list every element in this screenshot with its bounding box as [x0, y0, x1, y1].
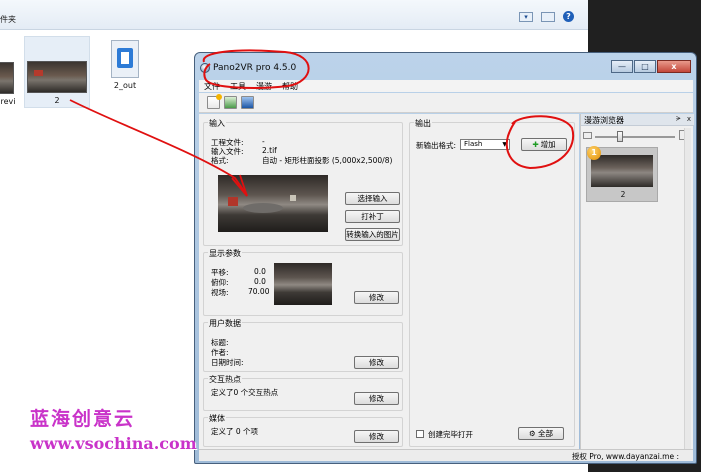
image-thumbnail [0, 62, 14, 94]
fov-value: 70.00 [248, 287, 270, 296]
menu-tour[interactable]: 漫游 [256, 81, 272, 92]
help-icon[interactable]: ? [563, 11, 574, 22]
file-item-2[interactable]: 2 [24, 36, 90, 108]
tour-node-label: 2 [620, 190, 626, 199]
file-label: 2 [54, 96, 60, 105]
toolbar [199, 93, 693, 113]
view-group-title: 显示参数 [208, 248, 242, 259]
start-node-badge: 1 [587, 146, 601, 160]
title-bar[interactable]: Pano2VR pro 4.5.0 — □ x [195, 53, 696, 79]
build-all-button[interactable]: ⚙ 全部 [518, 427, 564, 440]
window-controls: — □ x [611, 60, 691, 73]
view-options-icon[interactable]: ▾ [519, 11, 533, 22]
hotspot-group: 交互热点 定义了0 个交互热点 修改 [203, 374, 403, 411]
tour-browser-header: 漫游浏览器 ᗒ x [581, 114, 694, 126]
user-data-modify-button[interactable]: 修改 [354, 356, 399, 369]
pan-value: 0.0 [254, 267, 266, 276]
file-item-revi[interactable]: revi [0, 62, 16, 108]
pano2vr-window: Pano2VR pro 4.5.0 — □ x 文件 工具 漫游 帮助 输入 工… [194, 52, 697, 464]
tour-node-tile[interactable]: 1 2 [586, 146, 658, 202]
tilt-value: 0.0 [254, 277, 266, 286]
media-title: 媒体 [208, 413, 226, 424]
view-parameters-group: 显示参数 平移: 0.0 俯仰: 0.0 视场: 70.00 修改 [203, 248, 403, 316]
menu-file[interactable]: 文件 [204, 81, 220, 92]
input-group: 输入 工程文件: - 输入文件: 2.tif 格式: 自动 - 矩形柱面投影 (… [203, 118, 403, 246]
build-all-label: 全部 [538, 429, 554, 438]
media-summary: 定义了 0 个项 [211, 427, 259, 436]
open-after-create-checkbox[interactable] [416, 430, 424, 438]
file-item-2-out[interactable]: 2_out [100, 40, 150, 110]
pin-icon[interactable]: ᗒ [676, 115, 681, 124]
datetime-label: 日期时间: [211, 358, 244, 367]
watermark: 蓝海创意云 www.vsochina.com [30, 404, 197, 453]
explorer-toolbar: 件夹 ▾ ? [0, 0, 588, 30]
tour-browser-scrollbar[interactable] [684, 128, 691, 454]
input-file-value: 2.tif [262, 146, 277, 155]
explorer-folder-label[interactable]: 件夹 [0, 14, 16, 25]
gears-icon: ⚙ [528, 429, 539, 438]
zoom-slider-handle[interactable] [617, 131, 623, 142]
zoom-small-icon[interactable] [583, 132, 592, 139]
window-title: Pano2VR pro 4.5.0 [213, 63, 297, 73]
save-project-icon[interactable] [241, 96, 254, 109]
preview-window-detail [228, 197, 238, 206]
preview-light-detail [290, 195, 296, 201]
close-button[interactable]: x [657, 60, 691, 73]
media-group: 媒体 定义了 0 个项 修改 [203, 413, 403, 447]
project-file-value: - [262, 137, 265, 146]
maximize-button[interactable]: □ [634, 60, 656, 73]
add-output-label: 增加 [540, 140, 556, 149]
input-group-title: 输入 [208, 118, 226, 129]
fov-label: 视场: [211, 288, 229, 297]
zoom-slider-track[interactable] [595, 136, 675, 138]
tour-browser-panel: 漫游浏览器 ᗒ x 1 2 [580, 114, 694, 461]
status-bar: 授权 Pro, www.dayanzai.me : [199, 449, 693, 461]
explorer-view-tools: ▾ ? [519, 11, 574, 22]
patch-button[interactable]: 打补丁 [345, 210, 400, 223]
file-label: 2_out [113, 81, 137, 90]
input-panorama-preview[interactable] [218, 175, 328, 232]
hotspot-modify-button[interactable]: 修改 [354, 392, 399, 405]
output-group: 输出 新输出格式: Flash ▼ ✚ 增加 创建完毕打开 ⚙ 全部 [409, 118, 575, 447]
output-title: 输出 [414, 118, 432, 129]
output-format-value: Flash [464, 140, 483, 148]
video-file-icon [111, 40, 139, 78]
preview-pane-icon[interactable] [541, 11, 555, 22]
minimize-button[interactable]: — [611, 60, 633, 73]
user-data-title: 用户数据 [208, 318, 242, 329]
open-project-icon[interactable] [224, 96, 237, 109]
menu-tools[interactable]: 工具 [230, 81, 246, 92]
license-status: 授权 Pro, www.dayanzai.me : [571, 452, 679, 461]
file-label: revi [0, 97, 16, 106]
format-label: 格式: [211, 156, 229, 165]
close-panel-icon[interactable]: x [687, 115, 691, 123]
app-logo-icon [200, 63, 210, 73]
tour-node-thumbnail [591, 155, 653, 187]
output-format-select[interactable]: Flash ▼ [460, 139, 510, 150]
menu-bar: 文件 工具 漫游 帮助 [199, 80, 693, 92]
hotspot-summary: 定义了0 个交互热点 [211, 388, 279, 397]
media-modify-button[interactable]: 修改 [354, 430, 399, 443]
view-modify-button[interactable]: 修改 [354, 291, 399, 304]
panorama-thumbnail [27, 61, 87, 93]
open-after-create-label: 创建完毕打开 [428, 430, 473, 439]
tour-browser-title: 漫游浏览器 [584, 116, 624, 125]
chevron-down-icon: ▼ [502, 141, 507, 148]
convert-input-button[interactable]: 转换输入的图片 [345, 228, 400, 241]
new-project-icon[interactable] [207, 94, 222, 109]
format-value: 自动 - 矩形柱面投影 (5,000x2,500/8) [262, 156, 393, 165]
output-format-label: 新输出格式: [416, 141, 457, 150]
menu-help[interactable]: 帮助 [282, 81, 298, 92]
watermark-url: www.vsochina.com [30, 434, 197, 453]
select-input-button[interactable]: 选择输入 [345, 192, 400, 205]
watermark-chinese: 蓝海创意云 [30, 408, 136, 430]
view-preview[interactable] [274, 263, 332, 305]
hotspot-title: 交互热点 [208, 374, 242, 385]
user-data-group: 用户数据 标题: 作者: 日期时间: 修改 [203, 318, 403, 372]
preview-floor-detail [243, 203, 283, 213]
add-output-button[interactable]: ✚ 增加 [521, 138, 567, 151]
main-panel: 输入 工程文件: - 输入文件: 2.tif 格式: 自动 - 矩形柱面投影 (… [199, 114, 579, 461]
add-icon: ✚ [532, 140, 539, 149]
